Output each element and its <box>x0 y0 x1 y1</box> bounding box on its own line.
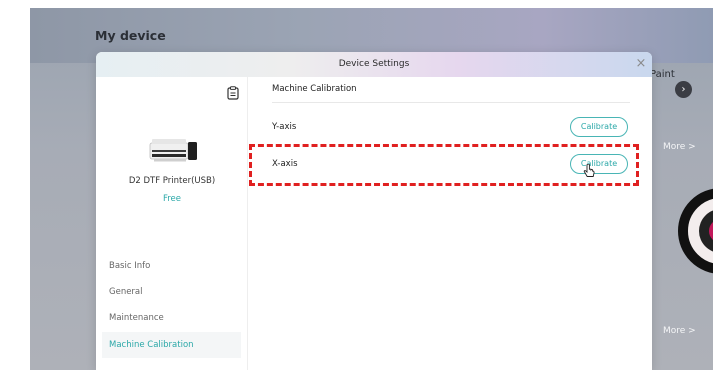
divider <box>272 102 630 103</box>
dialog-title: Device Settings <box>338 59 410 69</box>
section-title: Machine Calibration <box>272 84 357 94</box>
device-name: D2 DTF Printer(USB) <box>128 176 216 186</box>
highlight-frame <box>249 144 639 186</box>
next-arrow-button[interactable]: › <box>675 81 692 98</box>
device-settings-dialog: Device Settings × D2 DTF Printer(USB) Fr… <box>96 52 652 370</box>
page-title: My device <box>95 28 166 43</box>
more-link-2[interactable]: More > <box>663 326 696 336</box>
calibration-panel: Machine Calibration Y-axis Calibrate X-a… <box>248 77 652 370</box>
badge-logo-icon <box>678 188 713 274</box>
y-axis-label: Y-axis <box>272 122 297 132</box>
hand-cursor-icon <box>583 164 595 177</box>
printer-icon <box>149 139 197 162</box>
nav-item-machine-calibration[interactable]: Machine Calibration <box>102 332 241 358</box>
more-link[interactable]: More > <box>663 142 696 152</box>
clipboard-icon[interactable] <box>227 86 239 100</box>
paint-label: Paint <box>650 69 675 80</box>
device-sidebar: D2 DTF Printer(USB) Free Basic Info Gene… <box>96 77 248 370</box>
nav-item-general[interactable]: General <box>102 279 241 305</box>
close-button[interactable]: × <box>633 56 649 72</box>
nav-item-maintenance[interactable]: Maintenance <box>102 305 241 331</box>
nav-item-basic-info[interactable]: Basic Info <box>102 253 241 279</box>
y-axis-calibrate-button[interactable]: Calibrate <box>570 117 628 137</box>
device-status: Free <box>162 194 182 204</box>
